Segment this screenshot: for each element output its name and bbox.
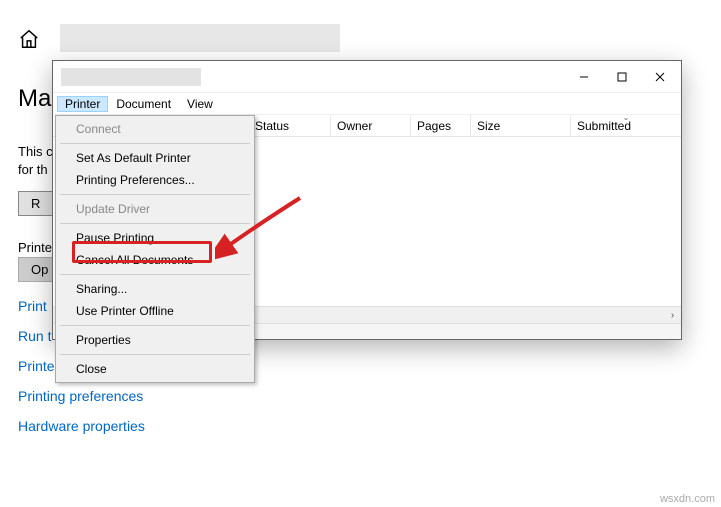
separator	[60, 354, 250, 355]
col-size[interactable]: Size	[471, 115, 571, 136]
menu-close[interactable]: Close	[58, 358, 252, 380]
menu-sharing[interactable]: Sharing...	[58, 278, 252, 300]
col-status[interactable]: Status	[249, 115, 331, 136]
separator	[60, 325, 250, 326]
header-placeholder	[60, 24, 340, 52]
separator	[60, 223, 250, 224]
titlebar[interactable]	[53, 61, 681, 93]
menu-document[interactable]: Document	[108, 96, 179, 112]
close-button[interactable]	[641, 63, 679, 91]
col-submitted[interactable]: Submitted ⌄	[571, 115, 681, 136]
menu-printing-preferences[interactable]: Printing Preferences...	[58, 169, 252, 191]
chevron-down-icon: ⌄	[623, 113, 630, 122]
col-pages[interactable]: Pages	[411, 115, 471, 136]
link-hardware-properties[interactable]: Hardware properties	[18, 418, 318, 434]
col-owner[interactable]: Owner	[331, 115, 411, 136]
separator	[60, 274, 250, 275]
menu-connect: Connect	[58, 118, 252, 140]
menu-view[interactable]: View	[179, 96, 221, 112]
separator	[60, 143, 250, 144]
home-icon[interactable]	[18, 28, 40, 50]
separator	[60, 194, 250, 195]
menu-printer[interactable]: Printer	[57, 96, 108, 112]
link-printing-preferences[interactable]: Printing preferences	[18, 388, 318, 404]
menu-update-driver: Update Driver	[58, 198, 252, 220]
menubar: Printer Document View	[53, 93, 681, 115]
window-title-placeholder	[61, 68, 201, 86]
print-queue-window: Printer Document View Document Name Stat…	[52, 60, 682, 340]
menu-cancel-all-documents[interactable]: Cancel All Documents	[58, 249, 252, 271]
watermark: wsxdn.com	[660, 493, 715, 505]
minimize-button[interactable]	[565, 63, 603, 91]
settings-button[interactable]: R	[18, 191, 53, 216]
menu-set-default[interactable]: Set As Default Printer	[58, 147, 252, 169]
menu-properties[interactable]: Properties	[58, 329, 252, 351]
maximize-button[interactable]	[603, 63, 641, 91]
scroll-right-icon[interactable]: ›	[664, 307, 681, 324]
printer-menu-dropdown: Connect Set As Default Printer Printing …	[55, 115, 255, 383]
menu-use-printer-offline[interactable]: Use Printer Offline	[58, 300, 252, 322]
menu-pause-printing[interactable]: Pause Printing	[58, 227, 252, 249]
